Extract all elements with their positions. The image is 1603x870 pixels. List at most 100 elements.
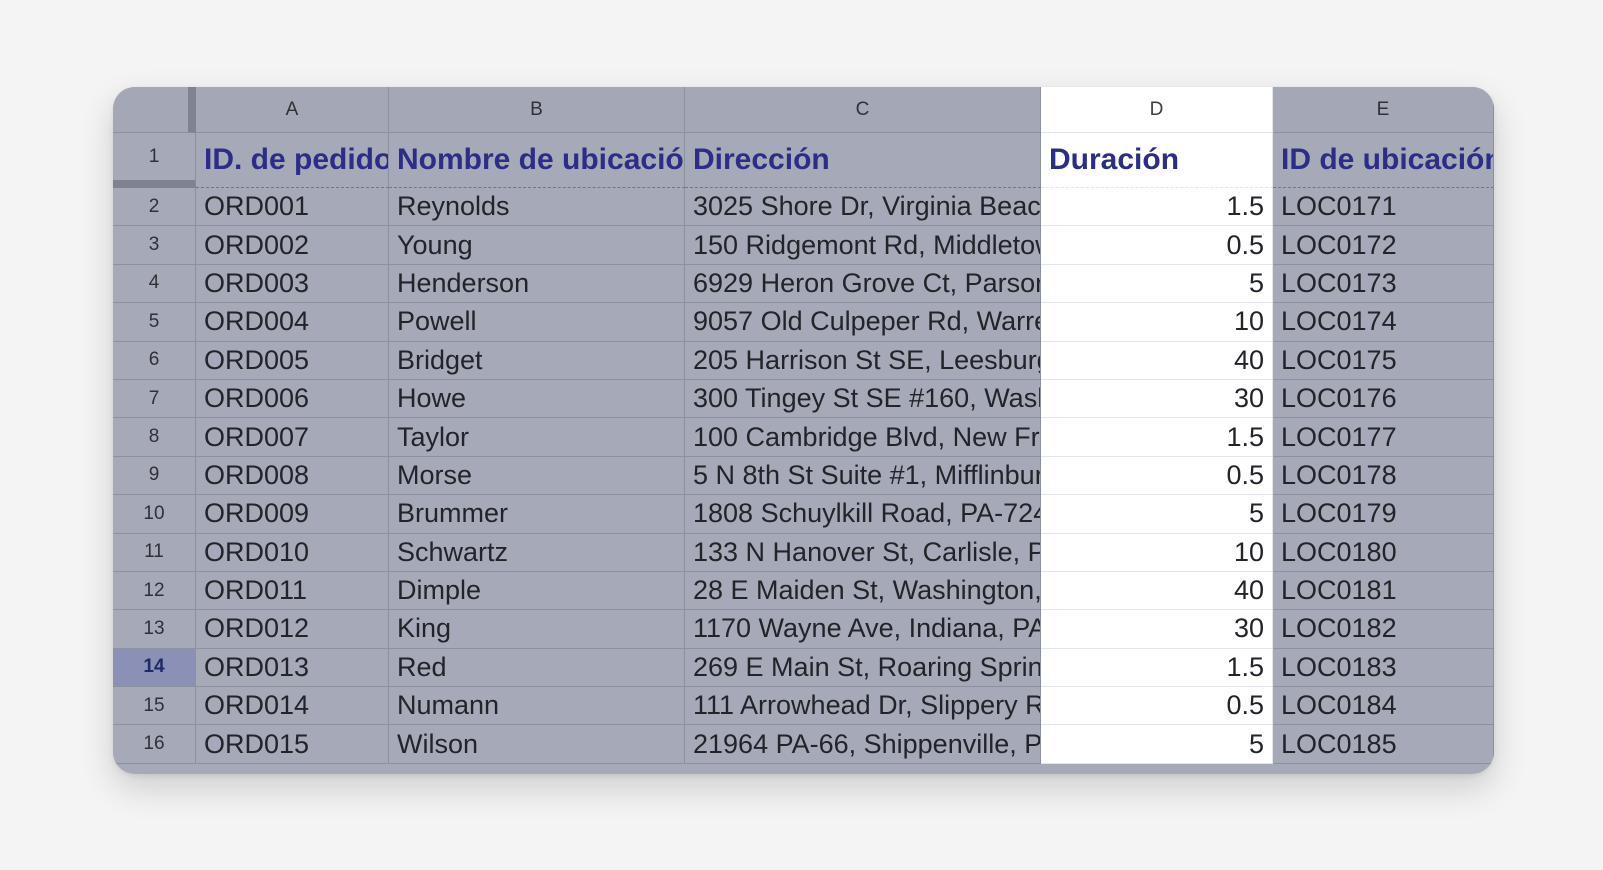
- cell-location-id[interactable]: LOC0175: [1273, 341, 1494, 380]
- cell-order-id[interactable]: ORD012: [196, 610, 389, 649]
- cell-location-name[interactable]: Red: [389, 648, 685, 688]
- cell-order-id[interactable]: ORD013: [196, 648, 389, 688]
- column-header-c[interactable]: C: [685, 87, 1041, 133]
- cell-location-id[interactable]: LOC0171: [1273, 188, 1494, 227]
- cell-location-id[interactable]: LOC0184: [1273, 687, 1494, 726]
- cell-address[interactable]: 300 Tingey St SE #160, Washi: [685, 379, 1041, 419]
- cell-location-id[interactable]: LOC0177: [1273, 418, 1494, 457]
- cell-location-id[interactable]: LOC0182: [1273, 610, 1494, 649]
- cell-duration[interactable]: 0.5: [1041, 687, 1273, 726]
- row-header[interactable]: 15: [113, 687, 196, 726]
- cell-order-id[interactable]: ORD009: [196, 495, 389, 534]
- cell-duration[interactable]: 0.5: [1041, 226, 1273, 265]
- cell-address[interactable]: 111 Arrowhead Dr, Slippery Ro: [685, 687, 1041, 726]
- row-header[interactable]: 11: [113, 533, 196, 572]
- row-header[interactable]: 5: [113, 303, 196, 342]
- header-cell-duration[interactable]: Duración: [1041, 133, 1273, 188]
- cell-duration[interactable]: 5: [1041, 725, 1273, 764]
- cell-address[interactable]: 3025 Shore Dr, Virginia Beach,: [685, 188, 1041, 227]
- cell-location-id[interactable]: LOC0183: [1273, 648, 1494, 688]
- row-header[interactable]: 10: [113, 495, 196, 534]
- cell-duration[interactable]: 1.5: [1041, 648, 1273, 688]
- cell-address[interactable]: 1170 Wayne Ave, Indiana, PA: [685, 610, 1041, 649]
- cell-order-id[interactable]: ORD015: [196, 725, 389, 764]
- row-header[interactable]: 13: [113, 610, 196, 649]
- column-header-d[interactable]: D: [1041, 87, 1273, 133]
- row-header[interactable]: 12: [113, 571, 196, 611]
- cell-location-id[interactable]: LOC0176: [1273, 379, 1494, 419]
- cell-duration[interactable]: 0.5: [1041, 456, 1273, 496]
- cell-location-name[interactable]: Young: [389, 226, 685, 265]
- cell-order-id[interactable]: ORD006: [196, 379, 389, 419]
- cell-location-name[interactable]: Howe: [389, 379, 685, 419]
- cell-duration[interactable]: 30: [1041, 610, 1273, 649]
- cell-location-id[interactable]: LOC0180: [1273, 533, 1494, 572]
- cell-duration[interactable]: 40: [1041, 341, 1273, 380]
- header-cell-location-id[interactable]: ID de ubicación: [1273, 133, 1494, 188]
- row-header[interactable]: 8: [113, 418, 196, 457]
- cell-order-id[interactable]: ORD008: [196, 456, 389, 496]
- cell-order-id[interactable]: ORD003: [196, 264, 389, 304]
- cell-duration[interactable]: 40: [1041, 571, 1273, 611]
- cell-location-name[interactable]: King: [389, 610, 685, 649]
- cell-address[interactable]: 6929 Heron Grove Ct, Parsons: [685, 264, 1041, 304]
- cell-location-id[interactable]: LOC0179: [1273, 495, 1494, 534]
- cell-address[interactable]: 150 Ridgemont Rd, Middletow: [685, 226, 1041, 265]
- row-header[interactable]: 9: [113, 456, 196, 496]
- column-header-b[interactable]: B: [389, 87, 685, 133]
- cell-location-name[interactable]: Henderson: [389, 264, 685, 304]
- header-cell-order-id[interactable]: ID. de pedido: [196, 133, 389, 188]
- cell-order-id[interactable]: ORD007: [196, 418, 389, 457]
- cell-order-id[interactable]: ORD001: [196, 188, 389, 227]
- cell-location-id[interactable]: LOC0181: [1273, 571, 1494, 611]
- header-cell-location-name[interactable]: Nombre de ubicación: [389, 133, 685, 188]
- cell-order-id[interactable]: ORD014: [196, 687, 389, 726]
- cell-address[interactable]: 269 E Main St, Roaring Spring: [685, 648, 1041, 688]
- cell-location-id[interactable]: LOC0173: [1273, 264, 1494, 304]
- cell-location-name[interactable]: Reynolds: [389, 188, 685, 227]
- cell-location-name[interactable]: Numann: [389, 687, 685, 726]
- cell-location-name[interactable]: Brummer: [389, 495, 685, 534]
- cell-order-id[interactable]: ORD002: [196, 226, 389, 265]
- cell-address[interactable]: 28 E Maiden St, Washington, I: [685, 571, 1041, 611]
- cell-order-id[interactable]: ORD005: [196, 341, 389, 380]
- cell-address[interactable]: 5 N 8th St Suite #1, Mifflinburg: [685, 456, 1041, 496]
- cell-location-name[interactable]: Powell: [389, 303, 685, 342]
- cell-address[interactable]: 205 Harrison St SE, Leesburg,: [685, 341, 1041, 380]
- row-header[interactable]: 4: [113, 264, 196, 304]
- cell-address[interactable]: 21964 PA-66, Shippenville, PA: [685, 725, 1041, 764]
- row-header[interactable]: 16: [113, 725, 196, 764]
- cell-location-name[interactable]: Dimple: [389, 571, 685, 611]
- cell-location-name[interactable]: Schwartz: [389, 533, 685, 572]
- cell-address[interactable]: 9057 Old Culpeper Rd, Warren: [685, 303, 1041, 342]
- cell-duration[interactable]: 30: [1041, 379, 1273, 419]
- column-header-a[interactable]: A: [196, 87, 389, 133]
- cell-duration[interactable]: 1.5: [1041, 418, 1273, 457]
- cell-duration[interactable]: 10: [1041, 533, 1273, 572]
- column-header-e[interactable]: E: [1273, 87, 1494, 133]
- cell-location-name[interactable]: Bridget: [389, 341, 685, 380]
- cell-address[interactable]: 1808 Schuylkill Road, PA-724,: [685, 495, 1041, 534]
- cell-location-name[interactable]: Wilson: [389, 725, 685, 764]
- cell-duration[interactable]: 10: [1041, 303, 1273, 342]
- cell-order-id[interactable]: ORD011: [196, 571, 389, 611]
- cell-location-id[interactable]: LOC0172: [1273, 226, 1494, 265]
- cell-location-name[interactable]: Morse: [389, 456, 685, 496]
- cell-address[interactable]: 133 N Hanover St, Carlisle, PA: [685, 533, 1041, 572]
- cell-duration[interactable]: 5: [1041, 495, 1273, 534]
- cell-order-id[interactable]: ORD004: [196, 303, 389, 342]
- row-header[interactable]: 3: [113, 226, 196, 265]
- row-header[interactable]: 2: [113, 188, 196, 227]
- cell-location-id[interactable]: LOC0185: [1273, 725, 1494, 764]
- select-all-corner[interactable]: [113, 87, 196, 133]
- cell-location-id[interactable]: LOC0174: [1273, 303, 1494, 342]
- cell-duration[interactable]: 1.5: [1041, 188, 1273, 227]
- row-header[interactable]: 1: [113, 133, 196, 188]
- cell-location-name[interactable]: Taylor: [389, 418, 685, 457]
- row-header[interactable]: 7: [113, 379, 196, 419]
- row-header[interactable]: 6: [113, 341, 196, 380]
- cell-location-id[interactable]: LOC0178: [1273, 456, 1494, 496]
- cell-duration[interactable]: 5: [1041, 264, 1273, 304]
- header-cell-address[interactable]: Dirección: [685, 133, 1041, 188]
- row-header[interactable]: 14: [113, 648, 196, 688]
